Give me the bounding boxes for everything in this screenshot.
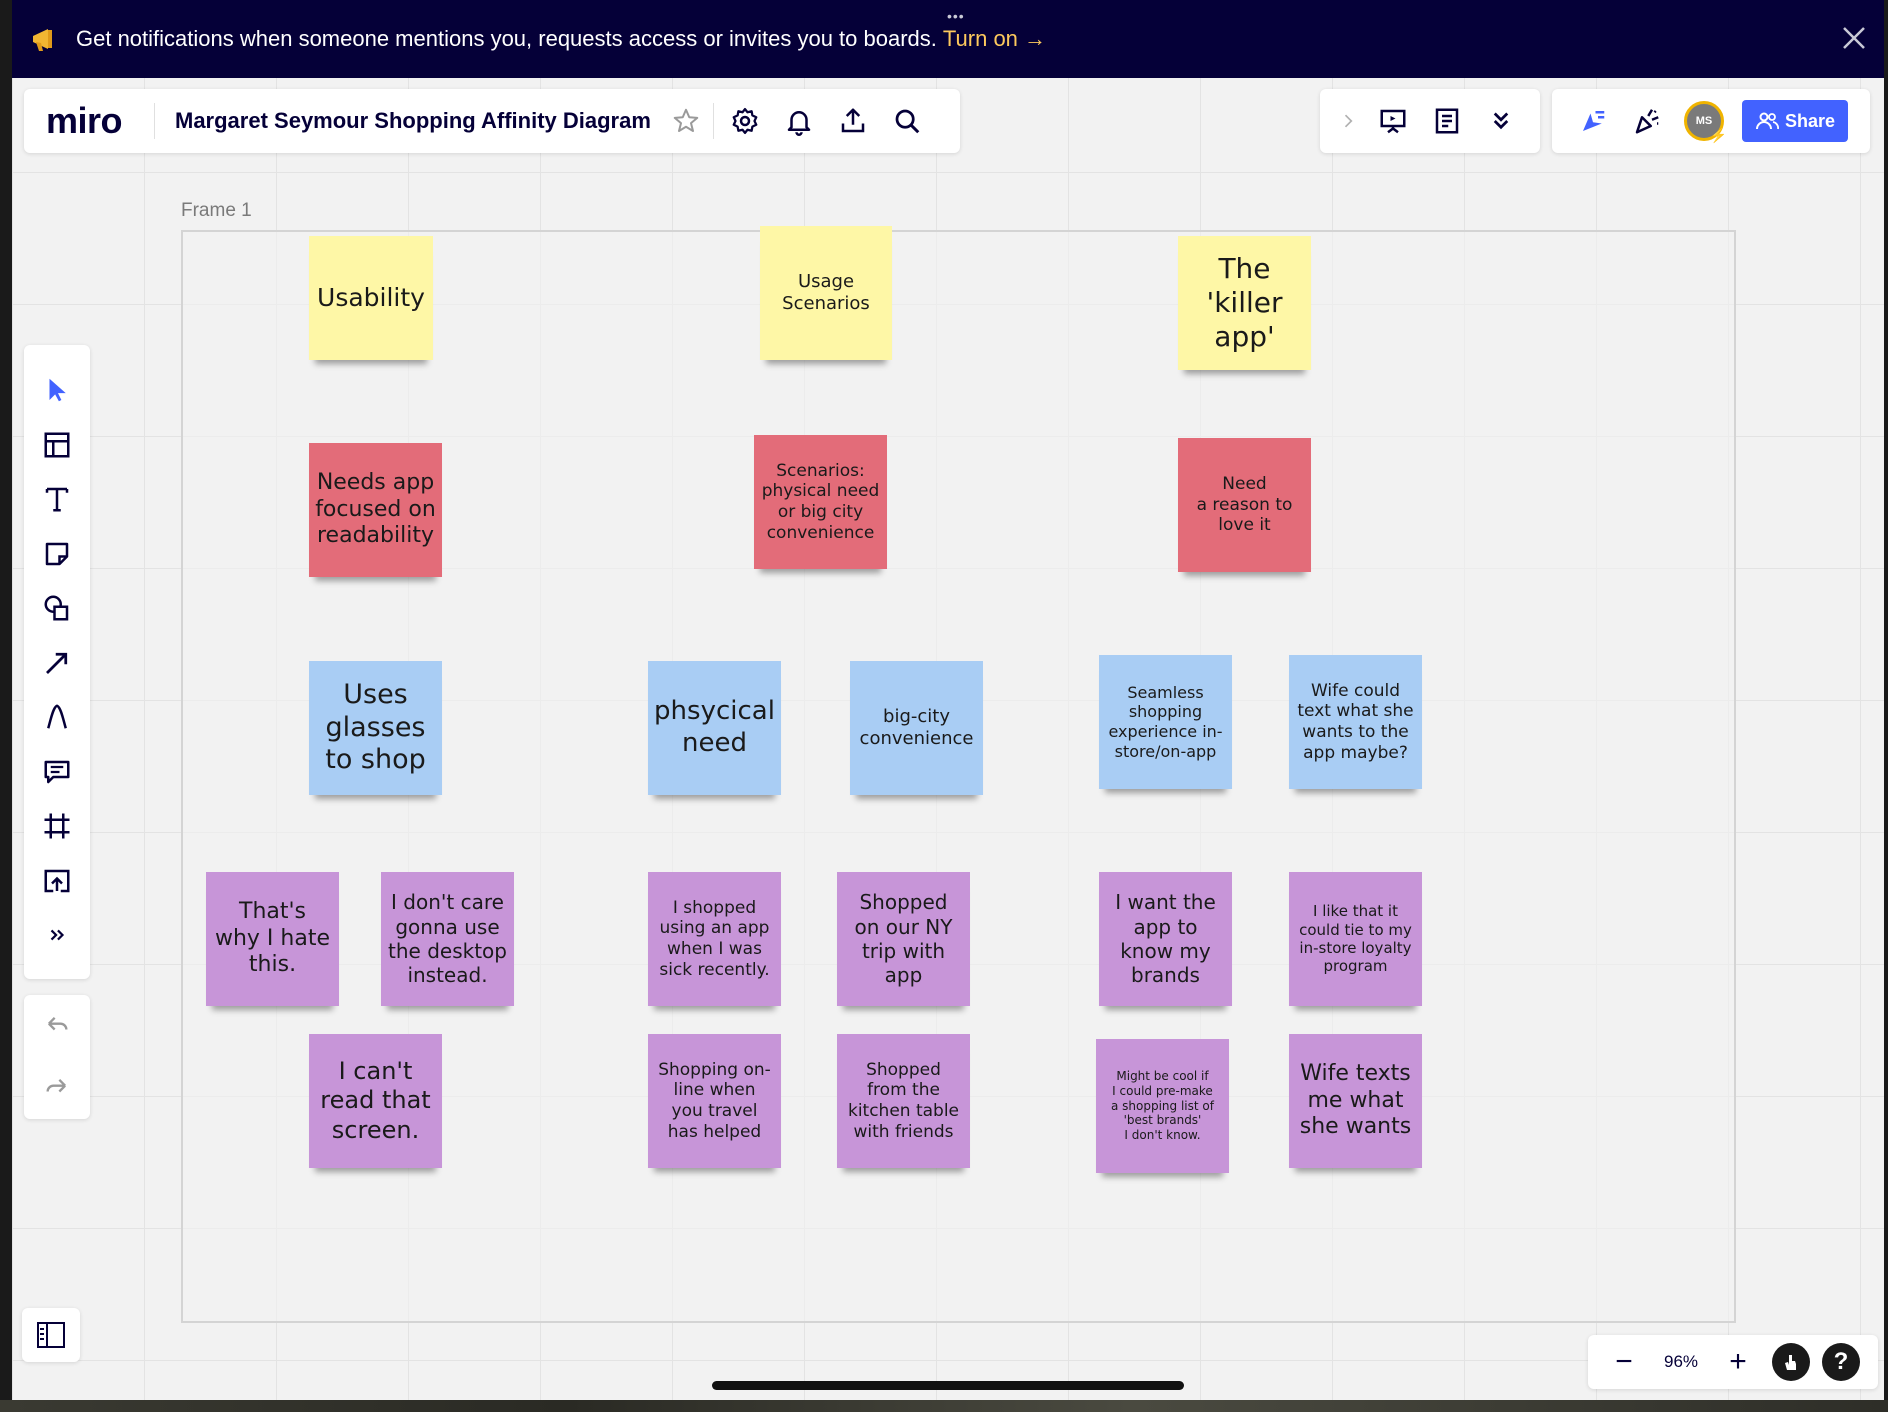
upload-icon[interactable] — [826, 94, 880, 148]
sticky-note[interactable]: Might be cool if I could pre-make a shop… — [1096, 1039, 1229, 1173]
user-toolbar: MS ⚡ Share — [1552, 89, 1870, 153]
template-icon — [44, 432, 70, 458]
presentation-icon[interactable] — [1366, 94, 1420, 148]
sticky-note[interactable]: I shopped using an app when I was sick r… — [648, 872, 781, 1006]
sticky-note[interactable]: Uses glasses to shop — [309, 661, 442, 795]
connection-line-tool[interactable] — [30, 636, 84, 691]
sticky-note[interactable]: Need a reason to love it — [1178, 438, 1311, 572]
sticky-note[interactable]: phsycical need — [648, 661, 781, 795]
sticky-note[interactable]: Shopped from the kitchen table with frie… — [837, 1034, 970, 1168]
lightning-icon: ⚡ — [1709, 127, 1727, 143]
text-icon — [45, 488, 69, 512]
share-button[interactable]: Share — [1742, 100, 1848, 142]
select-tool[interactable] — [30, 363, 84, 418]
star-icon[interactable] — [659, 94, 713, 148]
sticky-note[interactable]: I want the app to know my brands — [1099, 872, 1232, 1006]
cursor-icon — [49, 379, 66, 402]
gear-icon[interactable] — [718, 94, 772, 148]
avatar-initials: MS — [1695, 115, 1713, 127]
sticky-note[interactable]: Wife could text what she wants to the ap… — [1289, 655, 1422, 789]
drag-handle-icon[interactable]: ••• — [947, 8, 965, 24]
sticky-note[interactable]: I can't read that screen. — [309, 1034, 442, 1168]
zoom-out-button[interactable]: − — [1602, 1340, 1646, 1384]
sidebar-panel-icon — [37, 1322, 65, 1348]
templates-tool[interactable] — [30, 418, 84, 473]
collaboration-toolbar — [1320, 89, 1540, 153]
shapes-icon — [44, 595, 69, 621]
hand-icon — [1785, 1355, 1796, 1370]
sticky-note[interactable]: Usage Scenarios — [760, 226, 892, 360]
frame-label[interactable]: Frame 1 — [181, 200, 252, 222]
zoom-level[interactable]: 96% — [1646, 1352, 1716, 1372]
desktop-background — [0, 1400, 1888, 1412]
text-tool[interactable] — [30, 472, 84, 527]
more-tools[interactable] — [30, 908, 84, 963]
celebrate-icon[interactable] — [1620, 94, 1674, 148]
bell-icon[interactable] — [772, 94, 826, 148]
sticky-note[interactable]: The 'killer app' — [1178, 236, 1311, 370]
sticky-note[interactable]: Needs app focused on readability — [309, 443, 442, 577]
sticky-note[interactable]: Seamless shopping experience in- store/o… — [1099, 655, 1232, 789]
board-toolbar: miro Margaret Seymour Shopping Affinity … — [24, 89, 960, 153]
frame-tool[interactable] — [30, 799, 84, 854]
turn-on-link[interactable]: Turn on → — [943, 26, 1046, 52]
sticky-note[interactable]: I like that it could tie to my in-store … — [1289, 872, 1422, 1006]
zoom-controls: − 96% + ? — [1588, 1335, 1878, 1389]
sticky-note-icon — [45, 542, 69, 565]
chevron-right-icon[interactable] — [1330, 94, 1366, 148]
divider — [712, 103, 714, 139]
close-icon[interactable] — [1838, 22, 1870, 54]
arrow-icon — [46, 652, 68, 674]
sticky-note[interactable]: big-city convenience — [850, 661, 983, 795]
sticky-note[interactable]: Usability — [309, 236, 433, 360]
redo-icon[interactable] — [43, 1074, 71, 1102]
history-toolbar — [24, 995, 90, 1119]
megaphone-icon — [33, 29, 52, 51]
banner-text: Get notifications when someone mentions … — [76, 26, 937, 51]
sticky-note[interactable]: That's why I hate this. — [206, 872, 339, 1006]
comment-icon — [44, 760, 70, 783]
people-icon — [1755, 112, 1779, 130]
notes-icon[interactable] — [1420, 94, 1474, 148]
comment-tool[interactable] — [30, 745, 84, 800]
home-indicator — [712, 1381, 1184, 1390]
help-button[interactable]: ? — [1822, 1343, 1860, 1381]
tools-toolbar — [24, 345, 90, 979]
share-label: Share — [1784, 110, 1836, 131]
help-icon: ? — [1833, 1348, 1849, 1375]
upload-tool[interactable] — [30, 854, 84, 909]
pen-icon — [47, 704, 67, 729]
pen-tool[interactable] — [30, 690, 84, 745]
panel-toggle-button[interactable] — [22, 1308, 80, 1362]
double-chevron-down-icon[interactable] — [1474, 94, 1528, 148]
miro-logo[interactable]: miro — [24, 100, 154, 142]
sticky-note[interactable]: Shopped on our NY trip with app — [837, 872, 970, 1006]
undo-icon[interactable] — [43, 1012, 71, 1040]
sticky-note[interactable]: Shopping on- line when you travel has he… — [648, 1034, 781, 1168]
hand-tool-button[interactable] — [1772, 1343, 1810, 1381]
cursor-follow-icon[interactable] — [1566, 94, 1620, 148]
zoom-in-button[interactable]: + — [1716, 1340, 1760, 1384]
shapes-tool[interactable] — [30, 581, 84, 636]
double-chevron-right-icon — [50, 929, 65, 941]
search-icon[interactable] — [880, 94, 934, 148]
sticky-note[interactable]: Scenarios: physical need or big city con… — [754, 435, 887, 569]
avatar[interactable]: MS ⚡ — [1684, 101, 1727, 143]
notification-banner: Get notifications when someone mentions … — [12, 0, 1884, 78]
sticky-note-tool[interactable] — [30, 527, 84, 582]
sticky-note[interactable]: Wife texts me what she wants — [1289, 1034, 1422, 1168]
board-title[interactable]: Margaret Seymour Shopping Affinity Diagr… — [155, 108, 651, 134]
upload-box-icon — [44, 869, 70, 892]
frame-icon — [44, 813, 70, 839]
sticky-note[interactable]: I don't care gonna use the desktop inste… — [381, 872, 514, 1006]
